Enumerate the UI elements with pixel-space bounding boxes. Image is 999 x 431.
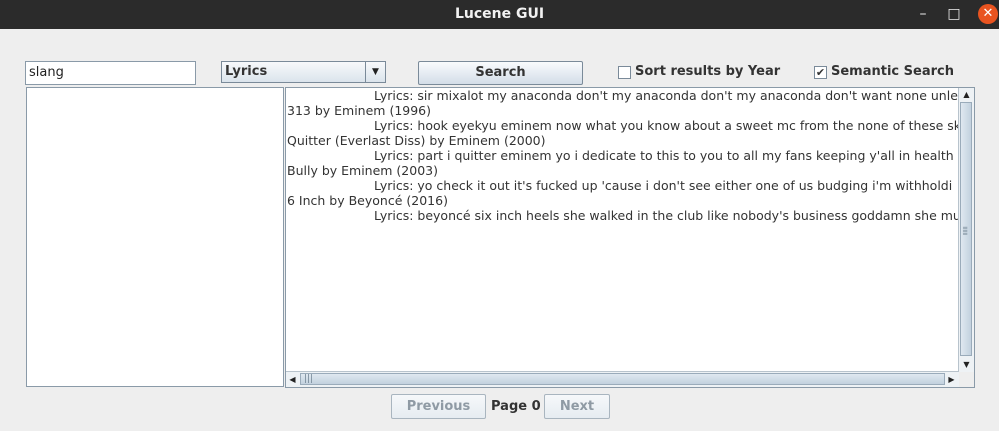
sort-by-year-label: Sort results by Year — [635, 64, 781, 79]
maximize-icon[interactable]: □ — [945, 5, 963, 23]
result-line: 6 Inch by Beyoncé (2016) — [287, 193, 448, 208]
next-button[interactable]: Next — [544, 394, 610, 419]
previous-button[interactable]: Previous — [391, 394, 486, 419]
scroll-left-icon[interactable]: ◀ — [286, 373, 299, 386]
minimize-icon[interactable]: – — [914, 5, 932, 23]
field-select-value: Lyrics — [225, 64, 268, 79]
horizontal-scrollbar[interactable]: ◀ ||| ▶ — [286, 371, 959, 387]
document-list-pane[interactable] — [26, 87, 284, 387]
scroll-down-icon[interactable]: ▼ — [960, 358, 973, 371]
scroll-up-icon[interactable]: ▲ — [960, 88, 973, 101]
title-bar: Lucene GUI – □ ✕ — [0, 0, 999, 29]
field-select[interactable]: Lyrics ▼ — [221, 61, 386, 83]
search-input[interactable]: slang — [25, 61, 196, 85]
close-icon[interactable]: ✕ — [978, 4, 998, 24]
result-line: Lyrics: hook eyekyu eminem now what you … — [374, 118, 959, 133]
result-line: Quitter (Everlast Diss) by Eminem (2000) — [287, 133, 546, 148]
result-line: Lyrics: sir mixalot my anaconda don't my… — [374, 88, 959, 103]
result-line: Bully by Eminem (2003) — [287, 163, 438, 178]
window-title: Lucene GUI — [454, 6, 545, 22]
grip-icon: ||| — [304, 374, 314, 384]
semantic-search-checkbox[interactable]: ✔ — [814, 66, 827, 79]
horizontal-scroll-thumb[interactable]: ||| — [300, 373, 945, 385]
semantic-search-label: Semantic Search — [831, 64, 954, 79]
vertical-scrollbar[interactable]: ▲ ═ ═ ═ ▼ — [958, 88, 974, 372]
scroll-corner — [959, 372, 974, 387]
sort-by-year-checkbox[interactable] — [618, 66, 631, 79]
chevron-down-icon[interactable]: ▼ — [365, 62, 385, 82]
result-line: 313 by Eminem (1996) — [287, 103, 432, 118]
result-line: Lyrics: part i quitter eminem yo i dedic… — [374, 148, 954, 163]
results-text: Lyrics: sir mixalot my anaconda don't my… — [287, 88, 959, 372]
search-button[interactable]: Search — [418, 61, 583, 85]
vertical-scroll-thumb[interactable]: ═ ═ ═ — [960, 102, 972, 356]
result-line: Lyrics: yo check it out it's fucked up '… — [374, 178, 953, 193]
result-line: Lyrics: beyoncé six inch heels she walke… — [374, 208, 959, 223]
page-indicator: Page 0 — [491, 399, 541, 414]
scroll-right-icon[interactable]: ▶ — [945, 373, 958, 386]
grip-icon: ═ ═ ═ — [963, 224, 968, 238]
results-pane[interactable]: Lyrics: sir mixalot my anaconda don't my… — [285, 87, 975, 388]
